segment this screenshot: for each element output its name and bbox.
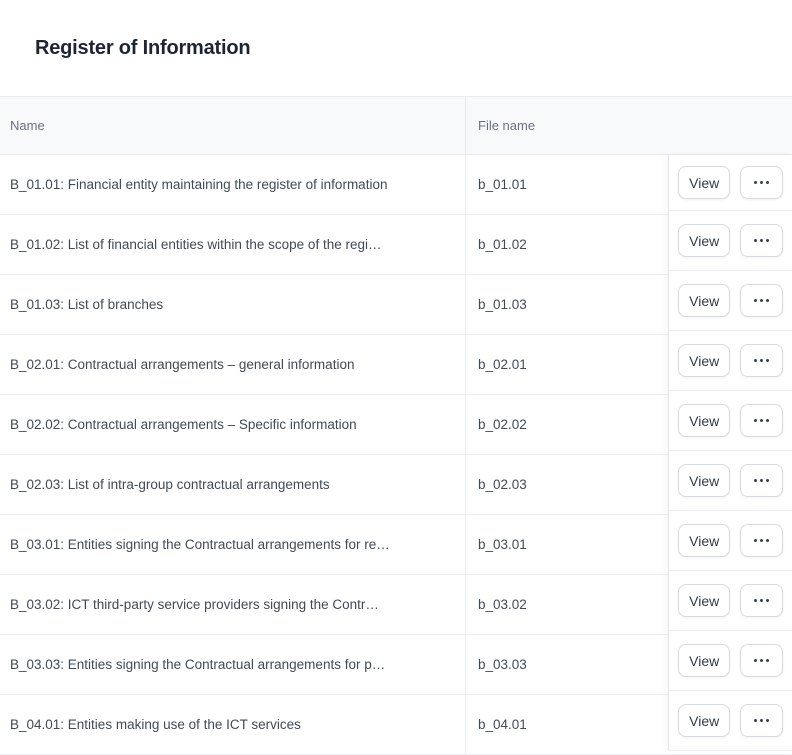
view-button[interactable]: View bbox=[678, 344, 730, 377]
row-name-cell: B_03.02: ICT third-party service provide… bbox=[0, 575, 466, 634]
ellipsis-icon bbox=[754, 181, 770, 185]
row-actions-cell: View bbox=[669, 451, 792, 511]
more-options-button[interactable] bbox=[740, 166, 783, 199]
row-actions-cell: View bbox=[669, 271, 792, 331]
row-actions-cell: View bbox=[669, 571, 792, 631]
more-options-button[interactable] bbox=[740, 524, 783, 557]
ellipsis-icon bbox=[754, 599, 770, 603]
more-options-button[interactable] bbox=[740, 584, 783, 617]
row-name-cell: B_03.03: Entities signing the Contractua… bbox=[0, 635, 466, 694]
row-name-cell: B_02.02: Contractual arrangements – Spec… bbox=[0, 395, 466, 454]
column-header-file-name: File name bbox=[466, 97, 792, 154]
row-actions-cell: View bbox=[669, 211, 792, 271]
row-actions-cell: View bbox=[669, 691, 792, 751]
row-name-cell: B_01.02: List of financial entities with… bbox=[0, 215, 466, 274]
ellipsis-icon bbox=[754, 419, 770, 423]
view-button[interactable]: View bbox=[678, 704, 730, 737]
ellipsis-icon bbox=[754, 719, 770, 723]
column-header-name: Name bbox=[0, 97, 466, 154]
row-actions-cell: View bbox=[669, 391, 792, 451]
ellipsis-icon bbox=[754, 359, 770, 363]
ellipsis-icon bbox=[754, 539, 770, 543]
page-title: Register of Information bbox=[35, 37, 250, 60]
view-button[interactable]: View bbox=[678, 524, 730, 557]
more-options-button[interactable] bbox=[740, 404, 783, 437]
ellipsis-icon bbox=[754, 659, 770, 663]
row-name-cell: B_03.01: Entities signing the Contractua… bbox=[0, 515, 466, 574]
ellipsis-icon bbox=[754, 239, 770, 243]
ellipsis-icon bbox=[754, 299, 770, 303]
more-options-button[interactable] bbox=[740, 644, 783, 677]
view-button[interactable]: View bbox=[678, 166, 730, 199]
view-button[interactable]: View bbox=[678, 224, 730, 257]
more-options-button[interactable] bbox=[740, 224, 783, 257]
more-options-button[interactable] bbox=[740, 344, 783, 377]
row-name-cell: B_01.01: Financial entity maintaining th… bbox=[0, 155, 466, 214]
row-name-cell: B_02.01: Contractual arrangements – gene… bbox=[0, 335, 466, 394]
view-button[interactable]: View bbox=[678, 644, 730, 677]
row-actions-panel: View View View View View View Vi bbox=[668, 155, 792, 750]
more-options-button[interactable] bbox=[740, 464, 783, 497]
row-name-cell: B_01.03: List of branches bbox=[0, 275, 466, 334]
row-name-cell: B_02.03: List of intra-group contractual… bbox=[0, 455, 466, 514]
more-options-button[interactable] bbox=[740, 284, 783, 317]
view-button[interactable]: View bbox=[678, 584, 730, 617]
view-button[interactable]: View bbox=[678, 284, 730, 317]
row-actions-cell: View bbox=[669, 331, 792, 391]
ellipsis-icon bbox=[754, 479, 770, 483]
row-actions-cell: View bbox=[669, 155, 792, 211]
view-button[interactable]: View bbox=[678, 464, 730, 497]
row-name-cell: B_04.01: Entities making use of the ICT … bbox=[0, 695, 466, 754]
row-actions-cell: View bbox=[669, 631, 792, 691]
view-button[interactable]: View bbox=[678, 404, 730, 437]
row-actions-cell: View bbox=[669, 511, 792, 571]
more-options-button[interactable] bbox=[740, 704, 783, 737]
table-header-row: Name File name bbox=[0, 96, 792, 155]
